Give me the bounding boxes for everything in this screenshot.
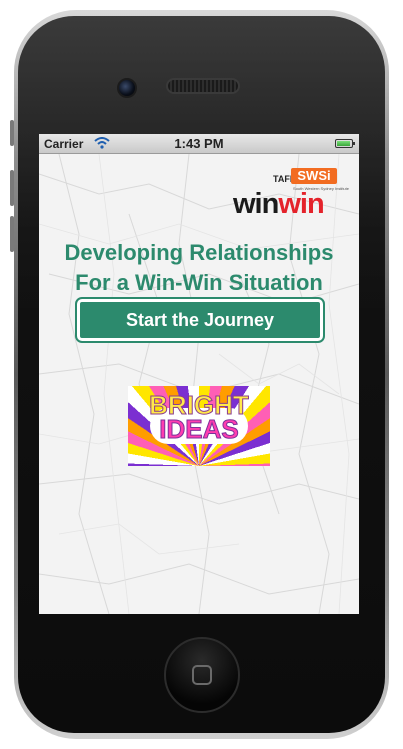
mute-switch xyxy=(10,120,14,146)
winwin-logo: TAFE SWSi South Western Sydney Institute… xyxy=(233,168,355,220)
home-button[interactable] xyxy=(164,637,240,713)
status-bar: Carrier 1:43 PM xyxy=(39,134,359,154)
home-square-icon xyxy=(192,665,212,685)
front-camera-icon xyxy=(117,78,137,98)
earpiece-speaker xyxy=(166,78,240,94)
status-time: 1:43 PM xyxy=(174,136,224,151)
headline-line-1: Developing Relationships xyxy=(64,240,334,265)
app-screen: Carrier 1:43 PM TAFE SWSi South Western … xyxy=(39,134,359,614)
volume-down-button xyxy=(10,216,14,252)
swsi-badge: SWSi xyxy=(291,168,337,184)
street-map-background xyxy=(39,154,359,614)
start-journey-button[interactable]: Start the Journey xyxy=(75,297,325,343)
bright-ideas-line-2: IDEAS xyxy=(159,414,239,444)
bright-ideas-image[interactable]: BRIGHT IDEAS xyxy=(128,386,270,466)
headline-line-2: For a Win-Win Situation xyxy=(75,270,323,295)
winwin-wordmark: winwin xyxy=(233,188,325,220)
volume-up-button xyxy=(10,170,14,206)
battery-icon xyxy=(335,139,355,148)
